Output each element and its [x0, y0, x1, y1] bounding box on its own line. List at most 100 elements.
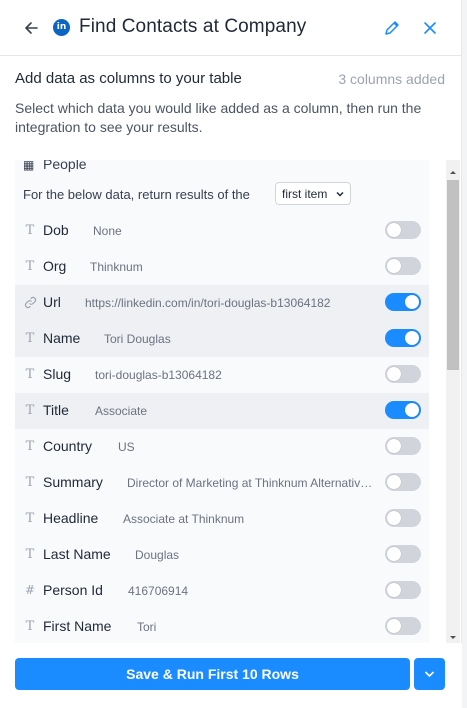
column-toggle[interactable] — [385, 617, 421, 635]
column-name: Country — [43, 438, 93, 454]
column-toggle[interactable] — [385, 545, 421, 563]
run-options-dropdown-button[interactable] — [414, 658, 445, 690]
grid-icon: ▦ — [23, 160, 35, 172]
column-row-org[interactable]: T Org Thinknum — [15, 249, 429, 285]
column-name: First Name — [43, 618, 112, 634]
column-toggle[interactable] — [385, 401, 421, 419]
column-sample-value: Douglas — [135, 548, 180, 562]
column-row-slug[interactable]: T Slug tori-douglas-b13064182 — [15, 357, 429, 393]
people-group-label: People — [43, 160, 87, 172]
number-type-icon: # — [24, 583, 36, 597]
return-results-label: For the below data, return results of th… — [23, 187, 250, 202]
pencil-icon[interactable] — [382, 18, 402, 38]
column-row-url[interactable]: Url https://linkedin.com/in/tori-douglas-… — [15, 285, 429, 321]
linkedin-logo-icon: in — [53, 19, 70, 36]
column-toggle[interactable] — [385, 293, 421, 311]
toggle-knob — [387, 367, 401, 381]
toggle-knob — [387, 259, 401, 273]
column-sample-value: None — [93, 224, 122, 238]
panel-footer: Save & Run First 10 Rows — [0, 643, 462, 708]
column-row-country[interactable]: T Country US — [15, 429, 429, 465]
text-type-icon: T — [25, 367, 35, 382]
column-name: Org — [43, 258, 67, 274]
column-row-person-id[interactable]: # Person Id 416706914 — [15, 573, 429, 609]
toggle-knob — [387, 583, 401, 597]
columns-list: ▦ People For the below data, return resu… — [15, 160, 429, 643]
column-row-summary[interactable]: T Summary Director of Marketing at Thinknu… — [15, 465, 429, 501]
columns-count: 3 columns added — [338, 71, 445, 87]
return-results-row: For the below data, return results of th… — [15, 182, 429, 206]
column-name: Slug — [43, 366, 72, 382]
column-sample-value: Tori — [137, 620, 157, 634]
columns-heading: Add data as columns to your table — [15, 70, 242, 87]
column-toggle[interactable] — [385, 221, 421, 239]
column-sample-value: Tori Douglas — [104, 332, 171, 346]
column-toggle[interactable] — [385, 257, 421, 275]
save-and-run-button[interactable]: Save & Run First 10 Rows — [15, 658, 410, 690]
list-scrollbar[interactable] — [446, 160, 460, 643]
text-type-icon: T — [25, 475, 35, 490]
column-sample-value: Thinknum — [90, 260, 143, 274]
text-type-icon: T — [25, 259, 35, 274]
column-sample-value: 416706914 — [128, 584, 189, 598]
toggle-knob — [405, 403, 419, 417]
panel-title: Find Contacts at Company — [79, 16, 307, 37]
toggle-knob — [405, 295, 419, 309]
people-group-header: ▦ People — [15, 160, 429, 182]
text-type-icon: T — [25, 223, 35, 238]
column-row-headline[interactable]: T Headline Associate at Thinknum — [15, 501, 429, 537]
toggle-knob — [387, 439, 401, 453]
column-sample-value: Associate at Thinknum — [123, 512, 245, 526]
window-edge — [462, 0, 467, 708]
scroll-thumb[interactable] — [447, 180, 459, 370]
column-name: Person Id — [43, 582, 103, 598]
toggle-knob — [387, 475, 401, 489]
column-name: Title — [43, 402, 69, 418]
text-type-icon: T — [25, 331, 35, 346]
columns-description: Select which data you would like added a… — [15, 100, 422, 135]
text-type-icon: T — [25, 547, 35, 562]
panel-header: in Find Contacts at Company — [0, 0, 462, 56]
column-name: Name — [43, 330, 81, 346]
column-sample-value: US — [118, 440, 135, 454]
toggle-knob — [387, 547, 401, 561]
column-sample-value: https://linkedin.com/in/tori-douglas-b13… — [85, 296, 331, 310]
column-name: Last Name — [43, 546, 111, 562]
column-row-first-name[interactable]: T First Name Tori — [15, 609, 429, 643]
column-sample-value: Director of Marketing at Thinknum Altern… — [127, 476, 377, 490]
toggle-knob — [387, 619, 401, 633]
column-toggle[interactable] — [385, 329, 421, 347]
column-toggle[interactable] — [385, 437, 421, 455]
column-name: Url — [43, 294, 61, 310]
column-toggle[interactable] — [385, 365, 421, 383]
column-row-dob[interactable]: T Dob None — [15, 213, 429, 249]
return-item-select-value: first item — [282, 187, 328, 201]
close-icon[interactable] — [420, 18, 440, 38]
scroll-down-arrow-icon[interactable] — [446, 630, 460, 640]
text-type-icon: T — [25, 619, 35, 634]
text-type-icon: T — [25, 403, 35, 418]
toggle-knob — [387, 511, 401, 525]
column-row-name[interactable]: T Name Tori Douglas — [15, 321, 429, 357]
chevron-down-icon — [335, 188, 345, 198]
text-type-icon: T — [25, 439, 35, 454]
column-name: Dob — [43, 222, 69, 238]
toggle-knob — [387, 223, 401, 237]
integration-panel: in Find Contacts at Company Add data as … — [0, 0, 462, 708]
column-name: Summary — [43, 474, 103, 490]
column-sample-value: Associate — [95, 404, 148, 418]
scroll-up-arrow-icon[interactable] — [446, 164, 460, 174]
column-sample-value: tori-douglas-b13064182 — [95, 368, 222, 382]
arrow-left-icon[interactable] — [22, 18, 42, 38]
column-toggle[interactable] — [385, 509, 421, 527]
column-name: Headline — [43, 510, 99, 526]
column-toggle[interactable] — [385, 581, 421, 599]
column-row-last-name[interactable]: T Last Name Douglas — [15, 537, 429, 573]
text-type-icon: T — [25, 511, 35, 526]
toggle-knob — [405, 331, 419, 345]
column-toggle[interactable] — [385, 473, 421, 491]
return-item-select[interactable]: first item — [275, 182, 351, 205]
link-icon — [23, 295, 37, 313]
chevron-down-icon — [424, 671, 435, 678]
column-row-title[interactable]: T Title Associate — [15, 393, 429, 429]
